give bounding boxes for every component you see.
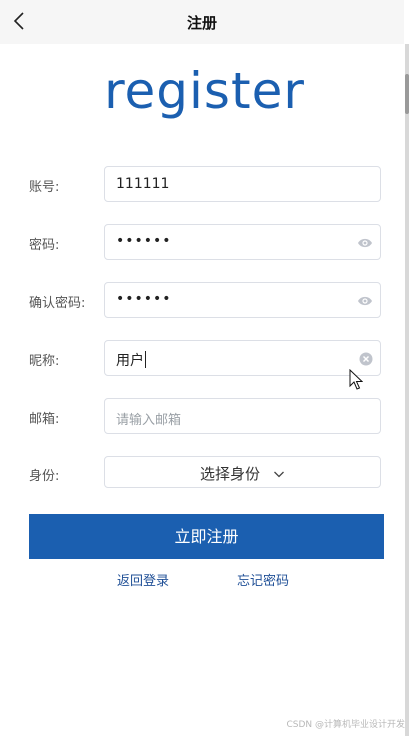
- password-input[interactable]: ••••••: [104, 224, 381, 260]
- email-row: 邮箱: 请输入邮箱: [0, 398, 404, 434]
- eye-icon[interactable]: [357, 294, 373, 308]
- text-caret: [145, 351, 146, 368]
- identity-label: 身份:: [29, 469, 60, 484]
- mouse-cursor-icon: [349, 369, 363, 390]
- identity-selected: 选择身份: [199, 465, 260, 483]
- email-label: 邮箱:: [29, 412, 60, 427]
- confirm-password-value: ••••••: [116, 291, 172, 307]
- email-placeholder: 请输入邮箱: [116, 413, 182, 428]
- page-title: 注册: [186, 14, 217, 32]
- identity-select[interactable]: 选择身份: [104, 456, 381, 488]
- forgot-password-link[interactable]: 忘记密码: [237, 570, 289, 589]
- email-input[interactable]: 请输入邮箱: [104, 398, 381, 434]
- nickname-row: 昵称: 用户: [0, 340, 404, 376]
- account-input[interactable]: 111111: [104, 166, 381, 202]
- top-bar: 注册: [0, 0, 404, 44]
- register-logo: register: [104, 62, 305, 120]
- password-label: 密码:: [29, 238, 60, 253]
- watermark: CSDN @计算机毕业设计开发: [286, 720, 405, 730]
- scrollbar[interactable]: [405, 44, 409, 736]
- nickname-label: 昵称:: [29, 354, 60, 369]
- confirm-password-input[interactable]: ••••••: [104, 282, 381, 318]
- password-value: ••••••: [116, 233, 172, 249]
- nickname-input[interactable]: 用户: [104, 340, 381, 376]
- register-button[interactable]: 立即注册: [29, 514, 384, 559]
- account-value: 111111: [116, 176, 170, 192]
- confirm-password-row: 确认密码: ••••••: [0, 282, 404, 318]
- identity-row: 身份: 选择身份: [0, 456, 404, 492]
- confirm-password-label: 确认密码:: [29, 296, 86, 311]
- eye-icon[interactable]: [357, 236, 373, 250]
- back-to-login-link[interactable]: 返回登录: [117, 570, 169, 589]
- account-row: 账号: 111111: [0, 166, 404, 202]
- account-label: 账号:: [29, 180, 60, 195]
- chevron-down-icon: [274, 471, 285, 478]
- password-row: 密码: ••••••: [0, 224, 404, 260]
- clear-icon[interactable]: [359, 352, 373, 366]
- nickname-value: 用户: [116, 351, 146, 369]
